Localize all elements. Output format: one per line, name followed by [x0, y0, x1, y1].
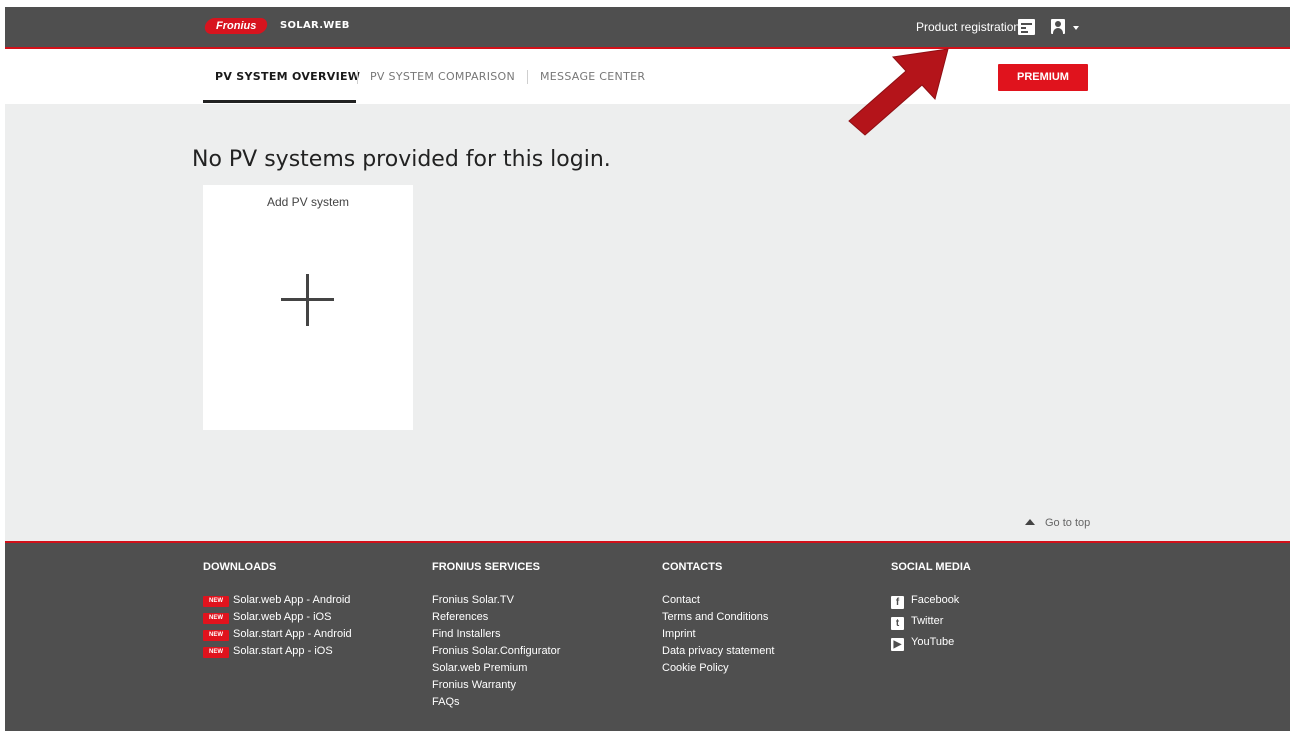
user-icon[interactable] [1051, 19, 1065, 34]
add-pv-system-label: Add PV system [266, 195, 350, 209]
tab-pv-system-overview[interactable]: PV SYSTEM OVERVIEW [215, 70, 360, 83]
plus-icon [306, 274, 309, 326]
new-badge: NEW [203, 596, 229, 607]
product-registration-link[interactable]: Product registration [916, 20, 1020, 34]
service-link[interactable]: Fronius Warranty [432, 677, 560, 694]
add-pv-system-card[interactable]: Add PV system [203, 185, 413, 430]
contact-link[interactable]: Cookie Policy [662, 660, 775, 677]
contact-link[interactable]: Imprint [662, 626, 775, 643]
contact-link[interactable]: Data privacy statement [662, 643, 775, 660]
download-link[interactable]: NEW Solar.web App - iOS [203, 609, 352, 626]
service-link[interactable]: Fronius Solar.Configurator [432, 643, 560, 660]
active-tab-indicator [203, 100, 356, 103]
social-link-facebook[interactable]: f Facebook [891, 592, 971, 613]
new-badge: NEW [203, 630, 229, 641]
main-nav: PV SYSTEM OVERVIEW PV SYSTEM COMPARISON … [5, 49, 1290, 104]
footer-heading: SOCIAL MEDIA [891, 561, 971, 573]
service-link[interactable]: Fronius Solar.TV [432, 592, 560, 609]
download-link[interactable]: NEW Solar.start App - Android [203, 626, 352, 643]
contact-link[interactable]: Contact [662, 592, 775, 609]
social-link-youtube[interactable]: ▶ YouTube [891, 634, 971, 655]
facebook-icon: f [891, 596, 904, 609]
youtube-icon: ▶ [891, 638, 904, 651]
service-link[interactable]: Solar.web Premium [432, 660, 560, 677]
tab-message-center[interactable]: MESSAGE CENTER [540, 70, 645, 83]
social-link-twitter[interactable]: t Twitter [891, 613, 971, 634]
footer-heading: DOWNLOADS [203, 561, 277, 573]
go-to-top-link[interactable]: Go to top [1025, 517, 1090, 529]
footer: DOWNLOADS NEW Solar.web App - Android NEW… [5, 541, 1290, 731]
footer-social: SOCIAL MEDIA f Facebook t Twitter ▶ YouTube [891, 561, 971, 655]
service-link[interactable]: FAQs [432, 694, 560, 711]
contact-link[interactable]: Terms and Conditions [662, 609, 775, 626]
footer-services: FRONIUS SERVICES Fronius Solar.TV Refere… [432, 561, 560, 711]
page-title: No PV systems provided for this login. [192, 147, 611, 172]
annotation-arrow-icon [848, 48, 949, 136]
download-link[interactable]: NEW Solar.web App - Android [203, 592, 352, 609]
footer-heading: CONTACTS [662, 561, 723, 573]
premium-button[interactable]: PREMIUM [998, 64, 1088, 91]
footer-downloads: DOWNLOADS NEW Solar.web App - Android NEW… [203, 561, 352, 660]
app-window: Fronius SOLAR.WEB Product registration P… [5, 7, 1290, 731]
footer-contacts: CONTACTS Contact Terms and Conditions Im… [662, 561, 775, 677]
tab-divider [357, 70, 358, 84]
footer-heading: FRONIUS SERVICES [432, 561, 540, 573]
brand-name[interactable]: SOLAR.WEB [280, 20, 350, 31]
new-badge: NEW [203, 647, 229, 658]
tab-pv-system-comparison[interactable]: PV SYSTEM COMPARISON [370, 70, 515, 83]
twitter-icon: t [891, 617, 904, 630]
fronius-logo[interactable]: Fronius [203, 18, 269, 34]
top-bar: Fronius SOLAR.WEB Product registration [5, 7, 1290, 49]
download-link[interactable]: NEW Solar.start App - iOS [203, 643, 352, 660]
service-link[interactable]: Find Installers [432, 626, 560, 643]
new-badge: NEW [203, 613, 229, 624]
service-link[interactable]: References [432, 609, 560, 626]
tab-divider [527, 70, 528, 84]
triangle-up-icon [1025, 519, 1035, 525]
product-registration-icon[interactable] [1018, 19, 1035, 35]
chevron-down-icon[interactable] [1073, 26, 1079, 30]
